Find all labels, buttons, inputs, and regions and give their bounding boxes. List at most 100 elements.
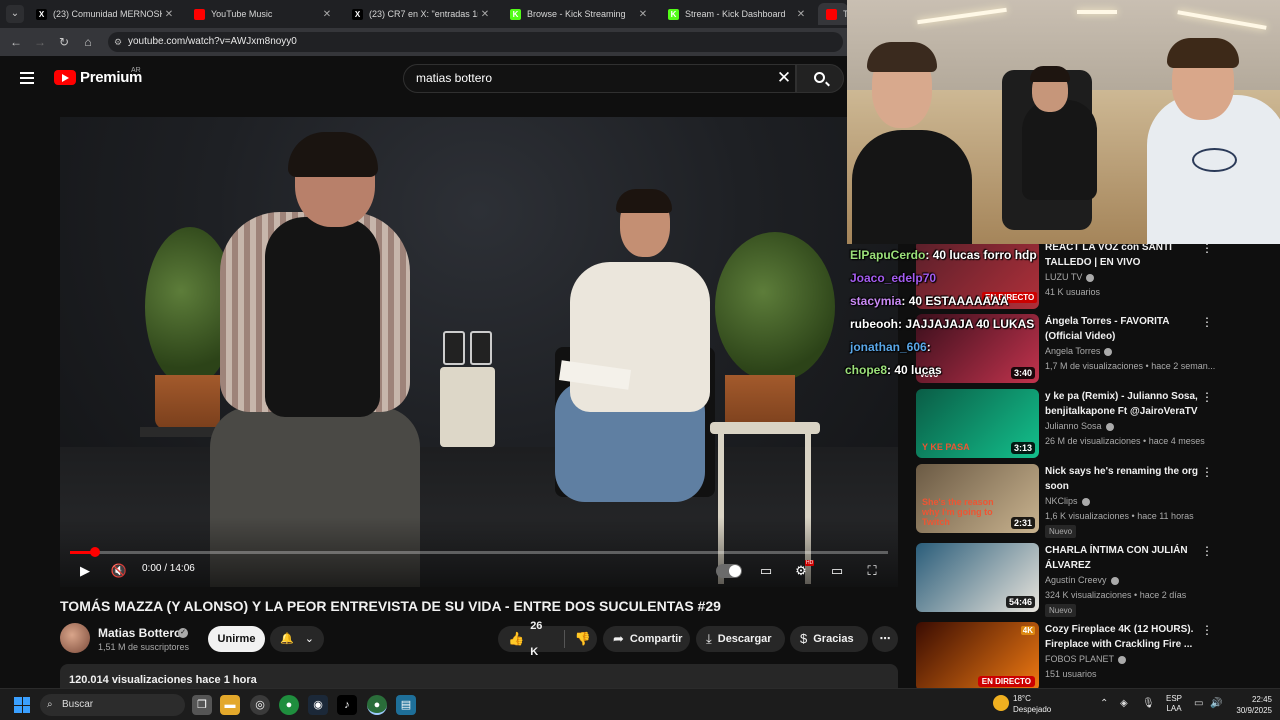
recommended-channel[interactable]: LUZU TV [1045,272,1095,282]
chrome-active-icon[interactable]: ● [367,695,387,715]
recommended-video-title[interactable]: Cozy Fireplace 4K (12 HOURS). Fireplace … [1045,622,1205,652]
browser-tab[interactable]: K Browse - Kick Streaming ✕ [502,3,656,25]
search-button[interactable] [796,64,844,93]
recommended-video[interactable]: She's the reason why I'm going to Twitch… [916,464,1216,538]
weather-icon[interactable] [993,695,1009,711]
video-thumbnail[interactable]: 54:46 [916,543,1039,612]
more-vertical-icon[interactable]: ⋮ [1201,466,1213,478]
chat-message: chope8: 40 lucas [845,363,942,377]
join-button[interactable]: Unirme [208,626,265,652]
recommended-channel[interactable]: FOBOS PLANET [1045,654,1127,664]
recommended-channel-name: Angela Torres [1045,346,1101,356]
tiktok-icon[interactable]: ♪ [337,695,357,715]
steam-icon[interactable]: ◉ [308,695,328,715]
recommended-channel[interactable]: NKClips [1045,496,1090,506]
channel-avatar[interactable] [60,623,90,653]
more-vertical-icon[interactable]: ⋮ [1201,316,1213,328]
site-info-icon[interactable]: ⚙ [114,32,122,52]
search-input[interactable]: matias bottero [403,64,796,93]
file-explorer-icon[interactable]: ▬ [220,695,240,715]
recommended-video[interactable]: 4K EN DIRECTO Cozy Fireplace 4K (12 HOURS)… [916,622,1216,694]
play-icon[interactable]: ▶ [74,561,96,581]
home-icon[interactable]: ⌂ [80,34,96,50]
video-thumbnail[interactable]: Y KE PASA 3:13 [916,389,1039,458]
browser-tab[interactable]: X (23) Comunidad MERNOSKETT✕ [28,3,182,25]
youtube-header: Premium AR matias bottero ✕ [0,56,847,102]
network-tray-icon[interactable]: ◈ [1120,698,1128,709]
video-title: TOMÁS MAZZA (Y ALONSO) Y LA PEOR ENTREVI… [60,598,721,614]
clock[interactable]: 22:45 30/9/2025 [1222,694,1272,716]
recommended-video-title[interactable]: y ke pa (Remix) - Julianno Sosa, benjita… [1045,389,1205,419]
more-actions-button[interactable]: ⋯ [872,626,898,652]
download-button[interactable]: ⤓ Descargar [696,626,785,652]
display-icon[interactable]: ▭ [1194,698,1203,709]
like-icon[interactable]: 👍 [508,626,524,652]
windows-start-icon[interactable] [14,697,30,713]
progress-bar[interactable] [70,551,888,554]
share-button[interactable]: ➦ Compartir [603,626,690,652]
channel-name[interactable]: Matias Bottero [98,626,181,640]
clear-search-icon[interactable]: ✕ [774,68,794,88]
tab-search-button[interactable]: ⌄ [6,5,24,23]
back-icon[interactable]: ← [8,34,24,50]
subtitles-icon[interactable]: ▭ [755,561,777,581]
address-bar[interactable]: ⚙ youtube.com/watch?v=AWJxm8noyy0 [108,32,843,52]
download-label: Descargar [717,633,772,645]
theater-mode-icon[interactable]: ▭ [826,561,848,581]
recommended-video[interactable]: 54:46 CHARLA ÍNTIMA CON JULIÁN ÁLVAREZ Agu… [916,543,1216,617]
browser-tab[interactable]: YouTube Music ✕ [186,3,340,25]
more-vertical-icon[interactable]: ⋮ [1201,391,1213,403]
recommended-channel[interactable]: Agustín Creevy [1045,575,1119,585]
video-thumbnail[interactable]: 4K EN DIRECTO [916,622,1039,691]
chat-message: jonathan_606: [850,340,931,354]
volume-icon[interactable]: 🔊 [1210,698,1222,709]
recommended-channel-name: Agustín Creevy [1045,575,1107,585]
task-view-icon[interactable]: ❐ [192,695,212,715]
mute-icon[interactable]: 🔇 [108,561,130,581]
language-indicator[interactable]: ESP LAA [1164,694,1184,714]
browser-tab[interactable]: K Stream - Kick Dashboard ✕ [660,3,814,25]
microphone-icon[interactable]: 🎙 [1142,698,1155,709]
tab-close-icon[interactable]: ✕ [478,9,492,20]
recommended-video-title[interactable]: REACT LA VOZ con SANTI TALLEDO | EN VIVO [1045,240,1205,270]
recommended-video-title[interactable]: Ángela Torres - FAVORITA (Official Video… [1045,314,1205,344]
recommended-meta: 151 usuarios [1045,669,1097,679]
forward-icon[interactable]: → [32,34,48,50]
recommended-video-title[interactable]: CHARLA ÍNTIMA CON JULIÁN ÁLVAREZ [1045,543,1205,573]
tab-close-icon[interactable]: ✕ [320,9,334,20]
notepad-icon[interactable]: ▤ [396,695,416,715]
browser-toolbar: ← → ↻ ⌂ ⚙ youtube.com/watch?v=AWJxm8noyy… [0,28,847,56]
tab-close-icon[interactable]: ✕ [794,9,808,20]
dislike-icon[interactable]: 👎 [575,626,591,652]
video-player[interactable]: ▶ 🔇 0:00 / 14:06 ▭ ⚙ HD ▭ ⛶ [60,117,898,587]
progress-scrubber[interactable] [89,547,100,557]
app-icon[interactable]: ◎ [250,695,270,715]
browser-tab[interactable]: X (23) CR7 en X: "entradas 1ra fil✕ [344,3,498,25]
tab-close-icon[interactable]: ✕ [636,9,650,20]
recommended-channel-name: Julianno Sosa [1045,421,1102,431]
recommended-video[interactable]: Y KE PASA 3:13 y ke pa (Remix) - Julianno … [916,389,1216,461]
menu-icon[interactable] [20,72,34,84]
fullscreen-icon[interactable]: ⛶ [861,561,883,581]
tab-close-icon[interactable]: ✕ [162,9,176,20]
recommended-meta: 1,6 K visualizaciones • hace 11 horas [1045,511,1194,521]
tab-title: Stream - Kick Dashboard [685,9,786,19]
recommended-meta: 324 K visualizaciones • hace 2 días [1045,590,1187,600]
tab-title: YouTube Music [211,9,273,19]
more-vertical-icon[interactable]: ⋮ [1201,545,1213,557]
thanks-button[interactable]: $ Gracias [790,626,868,652]
like-count[interactable]: 26 K [530,613,552,665]
autoplay-toggle[interactable] [716,564,742,578]
youtube-premium-logo[interactable]: Premium [54,69,142,86]
recommended-channel[interactable]: Julianno Sosa [1045,421,1114,431]
taskbar-search[interactable]: ⌕ Buscar [40,694,185,716]
browser-tab[interactable]: T [818,3,848,25]
more-vertical-icon[interactable]: ⋮ [1201,624,1213,636]
reload-icon[interactable]: ↻ [56,34,72,50]
recommended-video-title[interactable]: Nick says he's renaming the org soon [1045,464,1205,494]
chrome-icon[interactable]: ● [279,695,299,715]
chevron-up-icon[interactable]: ⌃ [1100,698,1108,709]
notifications-button[interactable]: 🔔 ⌄ [270,626,324,652]
video-thumbnail[interactable]: She's the reason why I'm going to Twitch… [916,464,1039,533]
recommended-channel[interactable]: Angela Torres [1045,346,1113,356]
